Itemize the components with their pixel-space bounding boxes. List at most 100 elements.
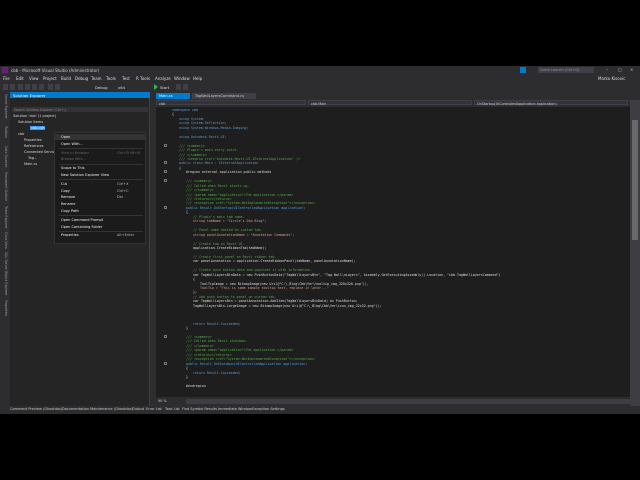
- code-line[interactable]: {: [186, 210, 188, 214]
- code-line[interactable]: /// <summary>: [179, 144, 205, 148]
- code-line[interactable]: return Result.Succeeded;: [193, 322, 241, 326]
- collapse-toggle-icon[interactable]: [164, 179, 167, 183]
- open-file-icon[interactable]: [25, 84, 30, 90]
- project-dropdown[interactable]: cbb: [156, 100, 306, 106]
- code-line[interactable]: /// </summary>: [186, 344, 214, 348]
- tab-comment-preview[interactable]: Comment Preview (Ghostdoc): [10, 407, 62, 411]
- code-line[interactable]: ToolTipImage = new BitmapImage(new Uri(@…: [200, 282, 369, 286]
- code-line[interactable]: /// <exception cref="System.NotImplement…: [186, 201, 315, 205]
- context-menu-item[interactable]: Open: [55, 134, 145, 141]
- menu-window[interactable]: Window: [174, 76, 190, 81]
- collapse-toggle-icon[interactable]: [164, 205, 167, 209]
- code-line[interactable]: var TagWallLayersBtnData = new PushButto…: [193, 273, 501, 277]
- properties-tab[interactable]: Properties: [1, 300, 8, 316]
- undo-icon[interactable]: [48, 84, 53, 90]
- menu-r-tools[interactable]: R Tools: [136, 76, 150, 81]
- code-line[interactable]: using Autodesk.Revit.UI;: [179, 135, 227, 139]
- menu-build[interactable]: Build: [61, 76, 71, 81]
- code-editor[interactable]: namespace cbb{using System; using System.…: [156, 107, 630, 397]
- context-menu-item[interactable]: Properties Alt+Enter: [55, 232, 145, 238]
- member-dropdown[interactable]: OnStartup(UIControlledApplication applic…: [474, 100, 628, 106]
- code-line[interactable]: {: [186, 366, 188, 370]
- tab-error-list[interactable]: Error List: [146, 407, 162, 411]
- minimize-icon[interactable]: –: [606, 67, 608, 72]
- menu-view[interactable]: View: [29, 76, 39, 81]
- code-line[interactable]: namespace cbb: [172, 108, 198, 112]
- code-line[interactable]: /// </summary>: [179, 153, 207, 157]
- code-line[interactable]: }: [186, 375, 188, 379]
- menu-file[interactable]: File: [3, 76, 10, 81]
- code-line[interactable]: return Result.Succeeded;: [193, 371, 241, 375]
- collapse-toggle-icon[interactable]: [164, 361, 167, 365]
- code-line[interactable]: TagWallLayersBtn.LargeImage = new Bitmap…: [193, 304, 382, 308]
- code-line[interactable]: public Result OnStartup(UIControlledAppl…: [186, 206, 305, 210]
- collapse-toggle-icon[interactable]: [164, 161, 167, 165]
- tab-main-cs[interactable]: Main.cs: [156, 93, 190, 99]
- code-line[interactable]: #endregion: [186, 384, 206, 388]
- code-line[interactable]: /// Called when Revit starts up.: [186, 184, 250, 188]
- collapse-toggle-icon[interactable]: [164, 143, 167, 147]
- code-line[interactable]: /// <param name="application">The applic…: [186, 193, 293, 197]
- collapse-toggle-icon[interactable]: [164, 334, 167, 338]
- tree-item-solution[interactable]: Solution 'cbb' (1 project): [13, 114, 56, 118]
- code-line[interactable]: public Result OnShutdown(UIControlledApp…: [186, 362, 307, 366]
- save-icon[interactable]: [32, 84, 37, 90]
- code-line[interactable]: /// <summary>: [186, 335, 212, 339]
- code-line[interactable]: using System.Reflection;: [179, 121, 227, 125]
- zoom-level[interactable]: 90 %: [156, 398, 186, 404]
- type-dropdown[interactable]: cbb.Main: [308, 100, 472, 106]
- tree-item-selected-file[interactable]: cbb.csh: [30, 126, 46, 130]
- code-line[interactable]: using System;: [179, 117, 205, 121]
- menu-tools[interactable]: Tools: [106, 76, 116, 81]
- tree-item-tag-command[interactable]: Tag...: [28, 156, 37, 160]
- code-line[interactable]: string panelAnnotationName = "Annotation…: [193, 233, 294, 237]
- solution-platform-select[interactable]: x64: [118, 85, 125, 90]
- code-line[interactable]: {: [172, 112, 174, 116]
- code-line[interactable]: application.CreateRibbonTab(tabName);: [193, 246, 266, 250]
- code-line[interactable]: {: [193, 277, 195, 281]
- code-line[interactable]: #region external application public meth…: [186, 170, 271, 174]
- context-menu-item[interactable]: Scope to This: [55, 165, 145, 171]
- tab-exception-settings[interactable]: Exception Settings: [252, 407, 285, 411]
- scrollbar-thumb[interactable]: [632, 120, 638, 240]
- vertical-scrollbar[interactable]: [630, 100, 640, 406]
- document-outline-tab[interactable]: Document Outline: [1, 172, 8, 201]
- context-menu-item[interactable]: Copy Path: [55, 208, 145, 214]
- code-line[interactable]: /// <returns></returns>: [186, 197, 232, 201]
- code-line[interactable]: // Panel name hosted on custom tab.: [193, 228, 262, 232]
- sql-server-object-explorer-tab[interactable]: SQL Server Object Explorer: [1, 252, 8, 295]
- code-line[interactable]: /// Called when Revit shutdown.: [186, 339, 248, 343]
- code-line[interactable]: // Plugin's main tab name.: [193, 215, 245, 219]
- context-menu-item[interactable]: Copy Ctrl+C: [55, 188, 145, 194]
- menu-test[interactable]: Test: [122, 76, 130, 81]
- menu-analyze[interactable]: Analyze: [155, 76, 171, 81]
- maximize-icon[interactable]: □: [618, 67, 622, 72]
- toolbar-extra-icon[interactable]: [176, 84, 181, 90]
- code-line[interactable]: // Create first panel on Revit ribbon ta…: [193, 255, 276, 259]
- code-line[interactable]: /// Plugin's main entry point.: [179, 148, 239, 152]
- tab-immediate-window[interactable]: Immediate Window: [218, 407, 252, 411]
- context-menu-item[interactable]: Rename: [55, 201, 145, 207]
- code-line[interactable]: /// <returns></returns>: [186, 353, 232, 357]
- close-icon[interactable]: ×: [630, 67, 633, 72]
- tab-tagwalllayers-command[interactable]: TagWallLayersCommand.cs: [192, 93, 256, 99]
- tab-find-symbol-results[interactable]: Find Symbol Results: [182, 407, 217, 411]
- code-line[interactable]: // Add push button to panel on custom ta…: [193, 295, 276, 299]
- context-menu-item[interactable]: New Solution Explorer View: [55, 172, 145, 178]
- code-line[interactable]: var panelAnnotation = application.Create…: [193, 259, 356, 263]
- tab-task-list[interactable]: Task List: [165, 407, 180, 411]
- code-line[interactable]: var TagWallLayersBtn = panelAnnotation.A…: [193, 299, 358, 303]
- toolbar-extra-icon-2[interactable]: [183, 84, 188, 90]
- tree-item-solution-items[interactable]: Solution Items: [18, 120, 43, 124]
- user-name[interactable]: Marko Kisovic: [598, 76, 625, 81]
- code-line[interactable]: public class Main : IExternalApplication: [179, 161, 258, 165]
- forward-icon[interactable]: [10, 84, 15, 90]
- code-area[interactable]: namespace cbb{using System; using System.…: [170, 107, 625, 397]
- redo-icon[interactable]: [55, 84, 60, 90]
- menu-project[interactable]: Project: [43, 76, 57, 81]
- solution-configuration-select[interactable]: Debug: [95, 85, 108, 90]
- code-line[interactable]: ToolTip = "This is some sample tooltip t…: [200, 286, 329, 290]
- code-line[interactable]: string tabName = "Circle's Dim Blog";: [193, 219, 266, 223]
- code-line[interactable]: };: [193, 290, 197, 294]
- code-line[interactable]: using System.Windows.Media.Imaging;: [179, 126, 248, 130]
